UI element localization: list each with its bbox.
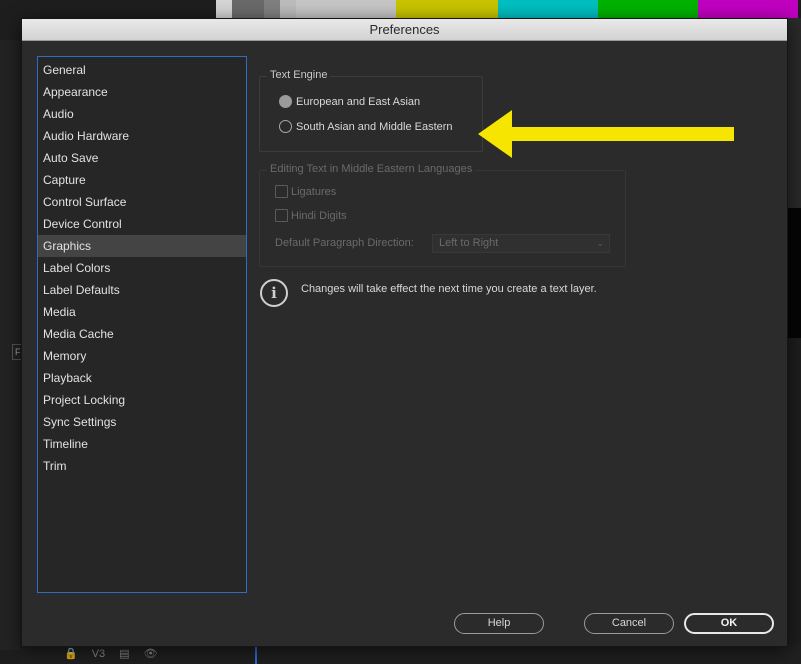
category-item-device-control[interactable]: Device Control <box>38 213 246 235</box>
category-list[interactable]: General Appearance Audio Audio Hardware Auto… <box>37 56 247 593</box>
lock-icon[interactable]: 🔒 <box>64 647 78 660</box>
film-icon[interactable]: ▤ <box>119 647 129 660</box>
hindi-digits-checkbox[interactable] <box>275 209 288 222</box>
category-item-graphics[interactable]: Graphics <box>38 235 246 257</box>
category-item-audio[interactable]: Audio <box>38 103 246 125</box>
category-item-general[interactable]: General <box>38 59 246 81</box>
category-item-capture[interactable]: Capture <box>38 169 246 191</box>
info-message: Changes will take effect the next time y… <box>301 283 597 295</box>
radio-european-east-asian[interactable]: European and East Asian <box>279 95 420 108</box>
category-item-sync-settings[interactable]: Sync Settings <box>38 411 246 433</box>
category-item-control-surface[interactable]: Control Surface <box>38 191 246 213</box>
category-item-label-colors[interactable]: Label Colors <box>38 257 246 279</box>
paragraph-direction-label: Default Paragraph Direction: <box>275 237 414 249</box>
hindi-digits-checkbox-row[interactable]: Hindi Digits <box>275 209 347 222</box>
color-bar <box>498 0 598 18</box>
editing-middle-eastern-group: Editing Text in Middle Eastern Languages… <box>259 163 626 267</box>
category-item-timeline[interactable]: Timeline <box>38 433 246 455</box>
category-item-audio-hardware[interactable]: Audio Hardware <box>38 125 246 147</box>
category-item-memory[interactable]: Memory <box>38 345 246 367</box>
cancel-button[interactable]: Cancel <box>584 613 674 634</box>
category-item-project-locking[interactable]: Project Locking <box>38 389 246 411</box>
color-bar <box>264 0 280 18</box>
color-bar <box>396 0 498 18</box>
category-item-label-defaults[interactable]: Label Defaults <box>38 279 246 301</box>
paragraph-direction-value: Left to Right <box>439 237 499 249</box>
track-controls: 🔒 V3 ▤ 👁 <box>64 647 158 661</box>
color-bar <box>698 0 798 18</box>
color-bar <box>296 0 396 18</box>
ligatures-checkbox[interactable] <box>275 185 288 198</box>
radio-south-asian-middle-eastern[interactable]: South Asian and Middle Eastern <box>279 120 453 133</box>
paragraph-direction-select[interactable]: Left to Right ⌄ <box>432 234 610 253</box>
eye-icon[interactable]: 👁 <box>144 647 158 660</box>
category-item-media[interactable]: Media <box>38 301 246 323</box>
arrow-shape <box>478 110 734 158</box>
ligatures-label: Ligatures <box>291 185 337 198</box>
ok-button[interactable]: OK <box>684 613 774 634</box>
radio-label: European and East Asian <box>296 95 421 108</box>
text-engine-group: Text Engine European and East Asian Sout… <box>259 69 483 152</box>
category-item-trim[interactable]: Trim <box>38 455 246 477</box>
color-bar <box>216 0 232 18</box>
color-bar <box>598 0 698 18</box>
category-item-playback[interactable]: Playback <box>38 367 246 389</box>
color-bars <box>216 0 801 18</box>
radio-label: South Asian and Middle Eastern <box>296 120 453 133</box>
category-item-auto-save[interactable]: Auto Save <box>38 147 246 169</box>
category-item-appearance[interactable]: Appearance <box>38 81 246 103</box>
color-bar <box>280 0 296 18</box>
help-button[interactable]: Help <box>454 613 544 634</box>
ligatures-checkbox-row[interactable]: Ligatures <box>275 185 336 198</box>
info-icon: i <box>260 279 288 307</box>
dialog-title: Preferences <box>22 19 787 41</box>
hindi-digits-label: Hindi Digits <box>291 209 347 222</box>
editing-group-title: Editing Text in Middle Eastern Languages <box>267 163 476 175</box>
track-label: V3 <box>91 647 106 660</box>
text-engine-title: Text Engine <box>267 69 331 81</box>
chevron-down-icon: ⌄ <box>596 238 604 248</box>
category-item-media-cache[interactable]: Media Cache <box>38 323 246 345</box>
annotation-arrow-icon <box>478 110 734 158</box>
radio-button-checked[interactable] <box>279 95 292 108</box>
playhead[interactable] <box>255 645 257 664</box>
background-panel <box>788 18 801 208</box>
background-monitor <box>788 208 801 338</box>
color-bar <box>232 0 264 18</box>
radio-button[interactable] <box>279 120 292 133</box>
